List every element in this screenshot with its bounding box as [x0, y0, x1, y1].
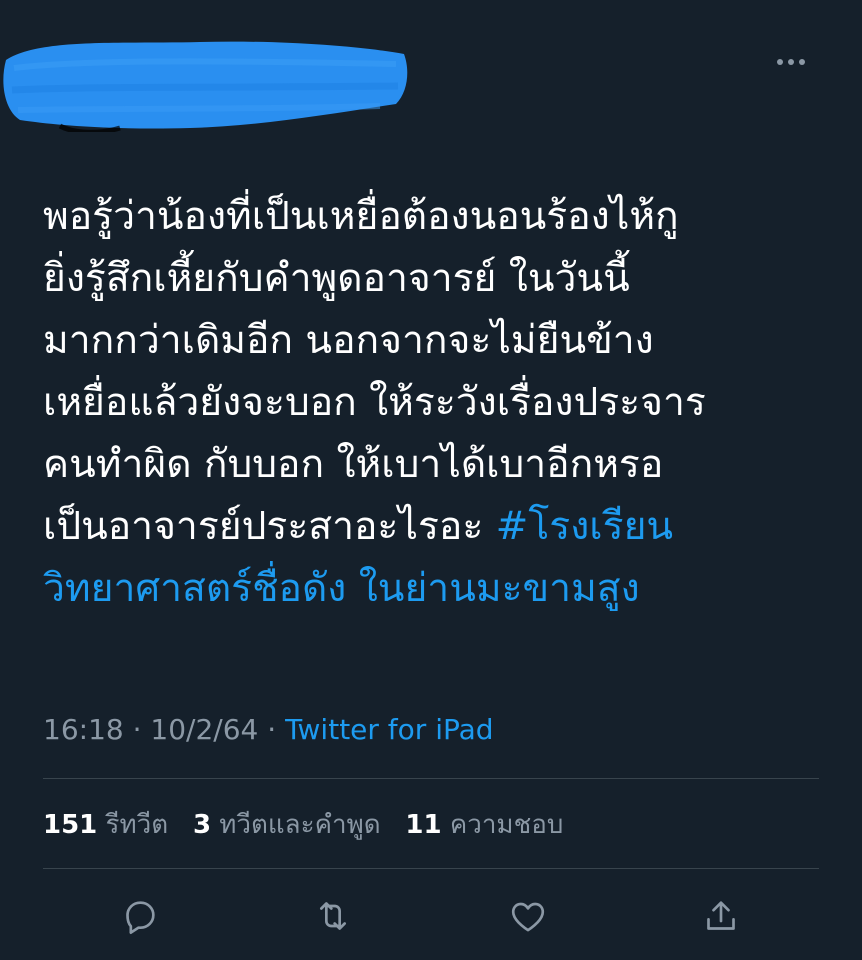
share-button[interactable] — [699, 894, 743, 938]
tweet-text-line: เป็นอาจารย์ประสาอะไรอะ #โรงเรียน — [43, 496, 823, 558]
divider — [43, 778, 819, 779]
tweet-detail-view: พอรู้ว่าน้องที่เป็นเหยื่อต้องนอนร้องไห้ก… — [0, 0, 862, 960]
more-options-button[interactable] — [776, 48, 806, 76]
share-icon — [707, 901, 735, 930]
tweet-text-line: ยิ่งรู้สึกเหี้ยกับคำพูดอาจารย์ ในวันนี้ — [43, 256, 630, 301]
reply-icon — [126, 901, 155, 934]
tweet-meta: 16:18 · 10/2/64 · Twitter for iPad — [43, 708, 494, 752]
hashtag-link-continued[interactable]: วิทยาศาสตร์ชื่อดัง ในย่านมะขามสูง — [43, 558, 823, 620]
divider — [43, 868, 819, 869]
tweet-text-line: คนทำผิด กับบอก ให้เบาได้เบาอีกหรอ — [43, 442, 664, 487]
quotes-count: 3 — [192, 810, 212, 840]
more-options-icon — [777, 59, 805, 65]
quotes-label: ทวีตและคำพูด — [219, 810, 381, 840]
tweet-time[interactable]: 16:18 — [43, 713, 124, 746]
redacted-author-scribble — [3, 41, 408, 132]
meta-separator: · — [123, 713, 151, 746]
hashtag-link[interactable]: #โรงเรียน — [496, 504, 673, 549]
tweet-stats: 151 รีทวีต 3 ทวีตและคำพูด 11 ความชอบ — [43, 803, 563, 847]
likes-stat[interactable]: 11 ความชอบ — [405, 810, 563, 840]
meta-separator: · — [258, 713, 286, 746]
likes-label: ความชอบ — [449, 810, 564, 840]
tweet-text: พอรู้ว่าน้องที่เป็นเหยื่อต้องนอนร้องไห้ก… — [43, 186, 823, 620]
quotes-stat[interactable]: 3 ทวีตและคำพูด — [193, 810, 381, 840]
retweets-stat[interactable]: 151 รีทวีต — [43, 810, 168, 840]
tweet-text-line: มากกว่าเดิมอีก นอกจากจะไม่ยืนข้าง — [43, 318, 654, 363]
likes-count: 11 — [405, 810, 442, 840]
retweet-button[interactable] — [311, 894, 355, 938]
tweet-actions-bar — [0, 888, 862, 944]
retweet-icon — [320, 902, 346, 930]
tweet-header — [0, 0, 862, 150]
tweet-text-line: พอรู้ว่าน้องที่เป็นเหยื่อต้องนอนร้องไห้ก… — [43, 194, 679, 239]
like-button[interactable] — [506, 894, 550, 938]
retweets-label: รีทวีต — [105, 810, 169, 840]
tweet-date[interactable]: 10/2/64 — [150, 713, 258, 746]
tweet-source-link[interactable]: Twitter for iPad — [285, 713, 493, 746]
tweet-text-line: เหยื่อแล้วยังจะบอก ให้ระวังเรื่องประจาร — [43, 380, 706, 425]
retweets-count: 151 — [43, 810, 98, 840]
like-icon — [511, 902, 545, 932]
tweet-text-fragment: เป็นอาจารย์ประสาอะไรอะ — [43, 504, 496, 549]
reply-button[interactable] — [118, 894, 162, 938]
